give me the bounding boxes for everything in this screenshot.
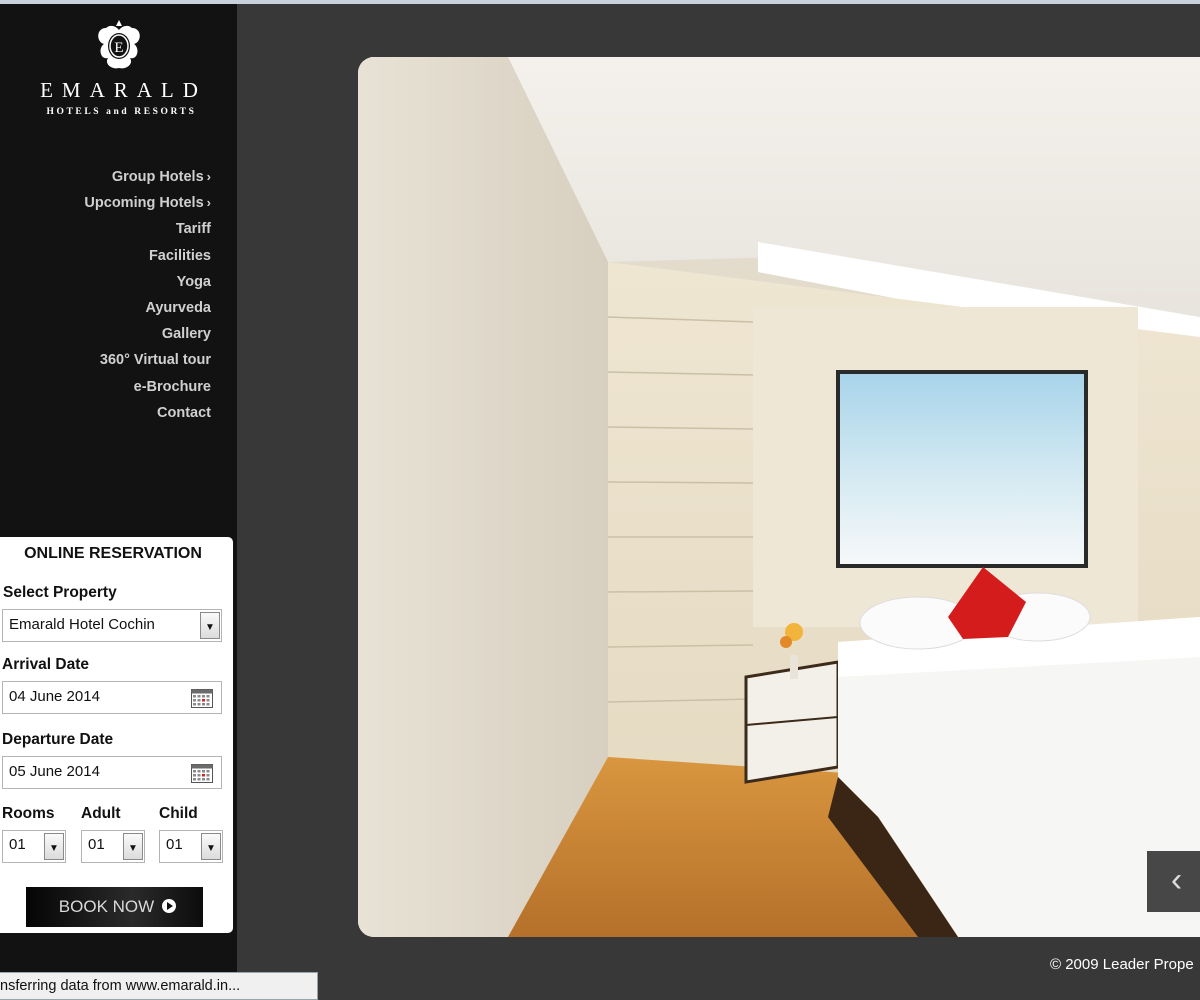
property-label: Select Property (3, 584, 117, 601)
child-value: 01 (166, 836, 183, 853)
rooms-label: Rooms (2, 805, 55, 822)
nav-facilities[interactable]: Facilities (84, 243, 211, 269)
departure-label: Departure Date (2, 731, 114, 748)
property-value: Emarald Hotel Cochin (9, 616, 155, 633)
reservation-panel: ONLINE RESERVATION Select Property Emara… (0, 537, 233, 933)
brand-tagline: HOTELS and RESORTS (46, 107, 197, 117)
chevron-down-icon[interactable]: ▼ (200, 612, 220, 639)
status-text: nsferring data from www.emarald.in... (0, 978, 241, 994)
calendar-icon[interactable] (191, 689, 213, 708)
nav-tariff[interactable]: Tariff (84, 216, 211, 242)
arrival-label: Arrival Date (2, 656, 90, 673)
arrival-value: 04 June 2014 (9, 688, 100, 705)
nav-gallery[interactable]: Gallery (84, 321, 211, 347)
play-circle-icon (162, 899, 177, 913)
brand-name: EMARALD (40, 78, 207, 102)
child-select[interactable]: 01 ▼ (159, 830, 223, 863)
virtual-tour-viewer[interactable] (358, 57, 1200, 937)
book-now-button[interactable]: BOOK NOW (26, 887, 203, 927)
arrival-date-field[interactable]: 04 June 2014 (2, 681, 222, 714)
nav-ayurveda[interactable]: Ayurveda (84, 295, 211, 321)
calendar-icon[interactable] (191, 764, 213, 783)
svg-text:E: E (114, 40, 123, 56)
nav-contact[interactable]: Contact (84, 400, 211, 426)
nav-virtual-tour[interactable]: 360° Virtual tour (84, 347, 211, 373)
emarald-crest-icon: E (97, 20, 140, 69)
chevron-down-icon[interactable]: ▼ (123, 833, 143, 860)
book-now-label: BOOK NOW (58, 897, 155, 916)
nav-e-brochure[interactable]: e-Brochure (84, 374, 211, 400)
adult-label: Adult (81, 805, 121, 822)
child-label: Child (159, 805, 198, 822)
nav-yoga[interactable]: Yoga (84, 269, 211, 295)
property-select[interactable]: Emarald Hotel Cochin ▼ (2, 609, 222, 642)
rooms-value: 01 (9, 836, 26, 853)
copyright-text: © 2009 Leader Prope (1050, 956, 1194, 973)
browser-status-bar: nsferring data from www.emarald.in... (0, 972, 318, 1000)
main-nav: Group Hotels › Upcoming Hotels › Tariff Fa… (84, 164, 211, 426)
departure-date-field[interactable]: 05 June 2014 (2, 756, 222, 789)
chevron-down-icon[interactable]: ▼ (201, 833, 221, 860)
hotel-room-photo[interactable] (358, 57, 1200, 937)
chevron-down-icon[interactable]: ▼ (44, 833, 64, 860)
chevron-left-icon: ‹ (1170, 861, 1183, 899)
departure-value: 05 June 2014 (9, 763, 100, 780)
nav-group-hotels[interactable]: Group Hotels › (84, 164, 211, 190)
previous-image-button[interactable]: ‹ (1147, 851, 1200, 912)
adult-select[interactable]: 01 ▼ (81, 830, 145, 863)
nav-upcoming-hotels[interactable]: Upcoming Hotels › (84, 190, 211, 216)
adult-value: 01 (88, 836, 105, 853)
logo[interactable]: E EMARALD HOTELS and RESORTS (0, 18, 237, 117)
reservation-title: ONLINE RESERVATION (24, 545, 202, 562)
rooms-select[interactable]: 01 ▼ (2, 830, 66, 863)
